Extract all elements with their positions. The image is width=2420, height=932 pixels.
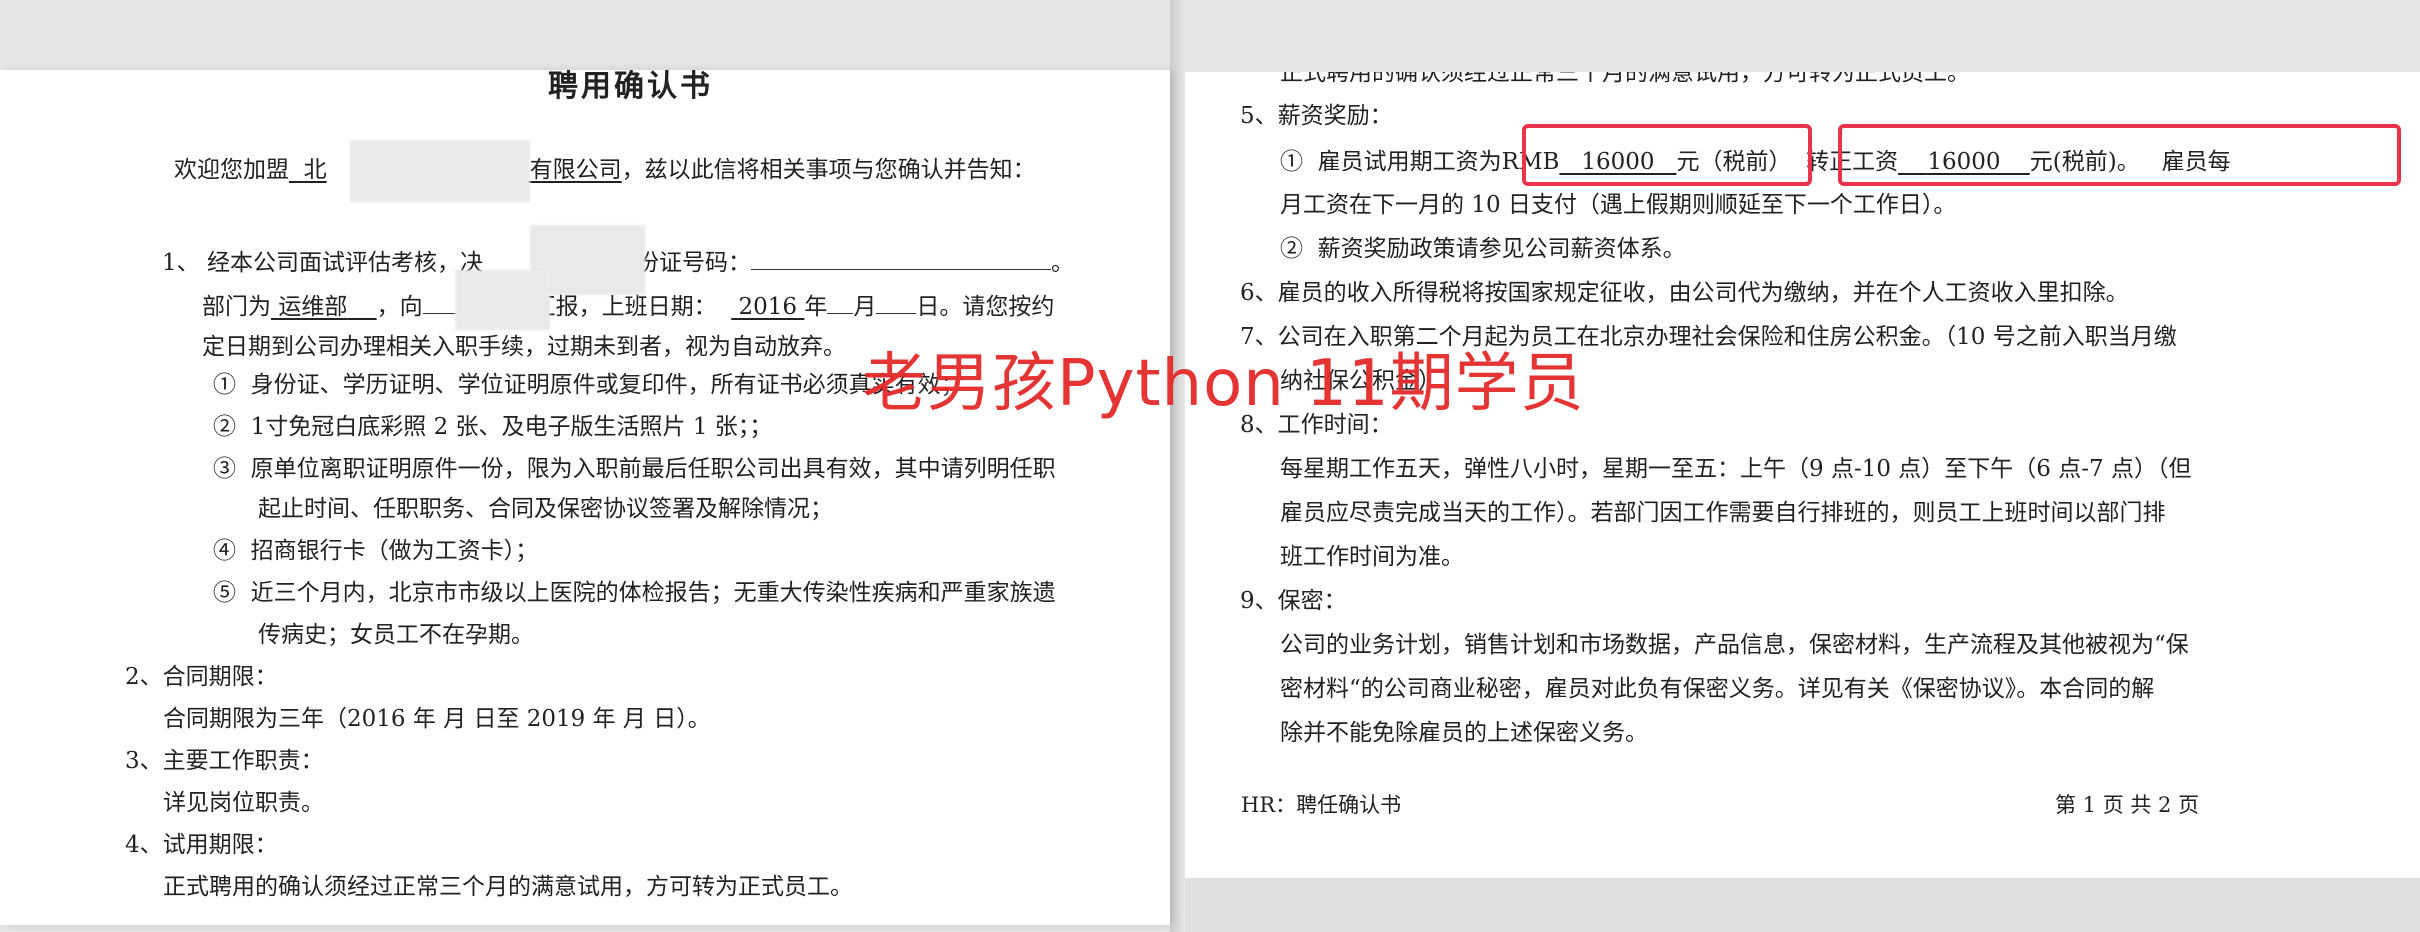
footer-page-number: 第 1 页 共 2 页 <box>2055 793 2200 817</box>
viewer-background-top-right <box>1185 0 2420 72</box>
document-page-left: 聘用确认书 欢迎您加盟 北技有限公司，兹以此信将相关事项与您确认并告知： 1、 … <box>0 70 1170 925</box>
section-8-line1: 每星期工作五天，弹性八小时，星期一至五：上午（9 点-10 点）至下午（6 点-… <box>1280 456 2192 482</box>
cut-off-line: 正式聘用的确认须经过正常三个月的满意试用，方可转为正式员工。 <box>1280 72 1970 86</box>
viewer-background-top-left <box>0 0 1170 70</box>
doc-item-3: ③ 原单位离职证明原件一份，限为入职前最后任职公司出具有效，其中请列明任职 <box>213 456 1056 482</box>
section-3-title: 3、主要工作职责： <box>125 748 324 774</box>
doc-item-3-cont: 起止时间、任职职务、合同及保密协议签署及解除情况； <box>258 496 833 522</box>
section-9-line2: 密材料“的公司商业秘密，雇员对此负有保密义务。详见有关《保密协议》。本合同的解 <box>1280 676 2155 702</box>
section-3-body: 详见岗位职责。 <box>163 790 324 816</box>
section-9-line1: 公司的业务计划，销售计划和市场数据，产品信息，保密材料，生产流程及其他被视为“保 <box>1280 632 2189 658</box>
section-2-body: 合同期限为三年（2016 年 月 日至 2019 年 月 日）。 <box>163 706 711 732</box>
viewer-background-bottom <box>1185 878 2420 932</box>
salary-line-2: 月工资在下一月的 10 日支付（遇上假期则顺延至下一个工作日）。 <box>1280 192 1957 218</box>
doc-item-4: ④ 招商银行卡（做为工资卡）； <box>213 538 539 564</box>
section-8-line3: 班工作时间为准。 <box>1280 544 1464 570</box>
section-9-line3: 除并不能免除雇员的上述保密义务。 <box>1280 720 1648 746</box>
section-2-title: 2、合同期限： <box>125 664 278 690</box>
document-page-right: 正式聘用的确认须经过正常三个月的满意试用，方可转为正式员工。 5、薪资奖励： ①… <box>1185 72 2420 878</box>
start-year: 2016 <box>738 294 798 320</box>
section-4-body: 正式聘用的确认须经过正常三个月的满意试用，方可转为正式员工。 <box>163 874 853 900</box>
section-4-title: 4、试用期限： <box>125 832 278 858</box>
department: 运维部 <box>278 294 348 320</box>
item1-line2: 部门为 运维部 ，向 汇报，上班日期： 2016 年月日。请您按约 <box>202 294 1055 320</box>
regular-salary-highlight <box>1838 124 2401 186</box>
watermark-text: 老男孩Python 11期学员 <box>862 347 1585 421</box>
redacted-company <box>350 140 530 202</box>
redacted-manager <box>455 270 550 330</box>
footer-title: HR：聘任确认书 <box>1241 793 1402 817</box>
document-title: 聘用确认书 <box>548 70 713 104</box>
section-9-title: 9、保密： <box>1240 588 1347 614</box>
section-6: 6、雇员的收入所得税将按国家规定征收，由公司代为缴纳，并在个人工资收入里扣除。 <box>1240 280 2129 306</box>
item1-line3: 定日期到公司办理相关入职手续，过期未到者，视为自动放弃。 <box>202 334 846 360</box>
page-gap-shadow <box>1170 0 1185 932</box>
doc-item-5-cont: 传病史；女员工不在孕期。 <box>258 622 534 648</box>
doc-item-2: ② 1寸免冠白底彩照 2 张、及电子版生活照片 1 张；； <box>213 414 773 440</box>
doc-item-5: ⑤ 近三个月内，北京市市级以上医院的体检报告；无重大传染性疾病和严重家族遗 <box>213 580 1056 606</box>
salary-policy: ② 薪资奖励政策请参见公司薪资体系。 <box>1280 236 1686 262</box>
trial-salary-highlight <box>1522 124 1812 186</box>
section-8-line2: 雇员应尽责完成当天的工作）。若部门因工作需要自行排班的，则员工上班时间以部门排 <box>1280 500 2166 526</box>
section-5-title: 5、薪资奖励： <box>1240 103 1393 129</box>
welcome-line: 欢迎您加盟 北技有限公司，兹以此信将相关事项与您确认并告知： <box>174 157 1036 183</box>
doc-item-1: ① 身份证、学历证明、学位证明原件或复印件，所有证书必须真实有效； <box>213 372 964 398</box>
